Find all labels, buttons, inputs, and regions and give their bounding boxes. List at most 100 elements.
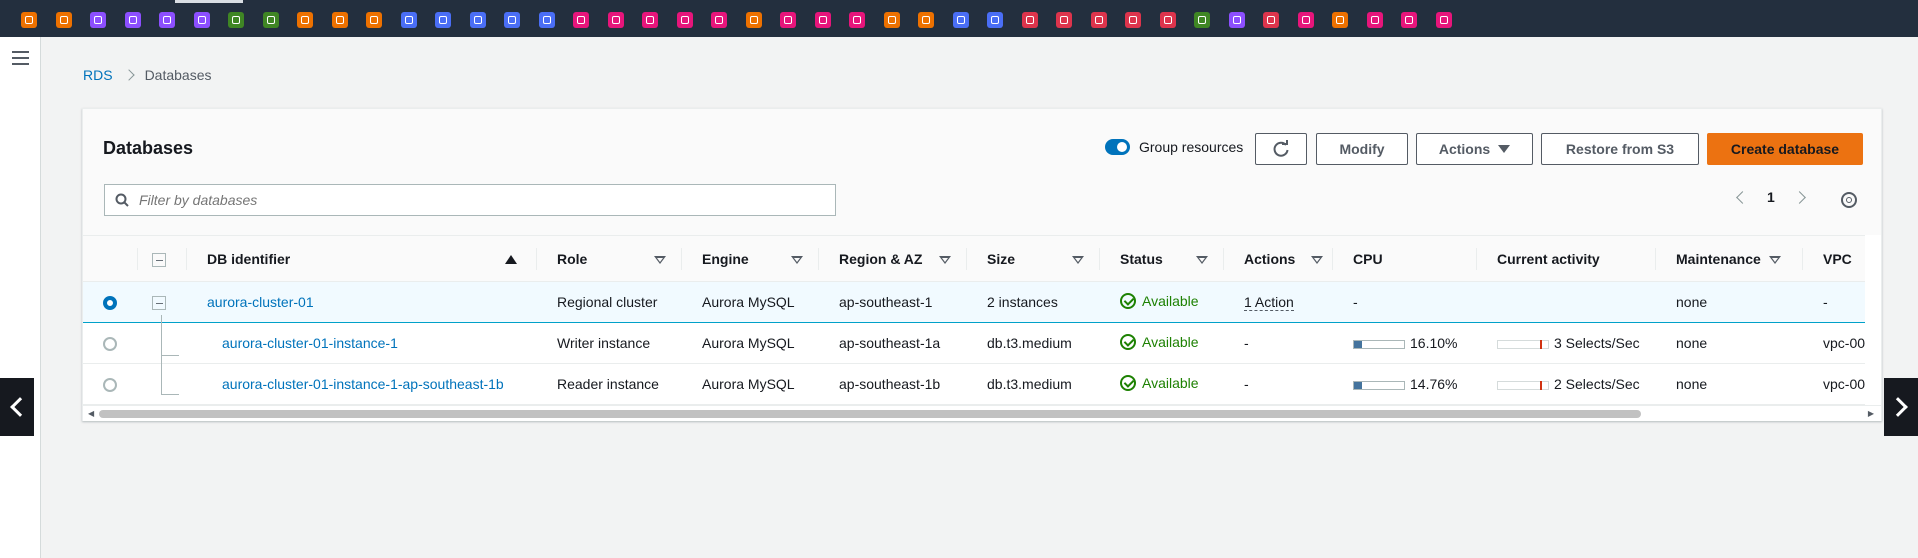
previous-page-icon[interactable] (1736, 190, 1749, 204)
service-icon-32[interactable] (1090, 12, 1107, 28)
service-icon-35[interactable] (1194, 12, 1210, 28)
modify-button[interactable]: Modify (1316, 133, 1408, 165)
service-icon-3[interactable] (90, 12, 106, 28)
activity-value: 3 Selects/Sec (1554, 335, 1640, 351)
row-select-radio[interactable] (103, 296, 117, 311)
breadcrumb: RDS Databases (83, 67, 212, 83)
scroll-right-icon[interactable]: ▶ (1868, 409, 1874, 418)
db-identifier-link[interactable]: aurora-cluster-01-instance-1-ap-southeas… (222, 376, 504, 392)
service-icon-29[interactable] (987, 12, 1003, 28)
scrollbar-thumb[interactable] (99, 410, 1641, 418)
service-icon-24[interactable] (814, 12, 831, 28)
refresh-button[interactable] (1255, 133, 1307, 165)
actions-dropdown[interactable]: Actions (1416, 133, 1533, 165)
service-icon-20[interactable] (676, 12, 693, 28)
service-icon-17[interactable] (573, 12, 589, 28)
table-row[interactable]: aurora-cluster-01 Regional cluster Auror… (83, 281, 1866, 323)
service-icon-4[interactable] (124, 12, 141, 28)
service-icon-18[interactable] (607, 12, 624, 28)
service-icon-30[interactable] (1021, 12, 1038, 28)
service-icon-10[interactable] (331, 12, 348, 28)
activity-cell: 3 Selects/Sec (1477, 322, 1656, 364)
service-icon-21[interactable] (711, 12, 727, 28)
filter-input[interactable] (139, 192, 779, 208)
create-database-button[interactable]: Create database (1707, 133, 1863, 165)
header-label: CPU (1353, 250, 1383, 267)
service-icon-31[interactable] (1056, 12, 1072, 28)
check-circle-icon (1120, 374, 1136, 391)
activity-cell: 2 Selects/Sec (1477, 363, 1656, 405)
header-engine[interactable]: Engine (682, 235, 819, 282)
service-icon-33[interactable] (1125, 12, 1141, 28)
service-icon-40[interactable] (1366, 12, 1383, 28)
header-current-activity[interactable]: Current activity (1477, 235, 1656, 282)
service-icon-2[interactable] (55, 12, 72, 28)
service-icon-25[interactable] (849, 12, 865, 28)
page-number[interactable]: 1 (1767, 189, 1775, 205)
service-icon-8[interactable] (262, 12, 279, 28)
previous-screen-button[interactable] (0, 378, 34, 436)
top-service-bar (0, 0, 1918, 37)
service-icon-23[interactable] (780, 12, 796, 28)
actions-value: - (1244, 376, 1249, 392)
service-icon-27[interactable] (918, 12, 934, 28)
collapse-group-icon[interactable] (152, 296, 166, 311)
next-page-icon[interactable] (1792, 190, 1806, 204)
select-cell (83, 363, 138, 405)
collapse-all-icon[interactable] (152, 252, 166, 267)
scroll-left-icon[interactable]: ◀ (88, 409, 94, 418)
service-icon-15[interactable] (504, 12, 520, 28)
service-icon-26[interactable] (883, 12, 900, 28)
restore-from-s3-button[interactable]: Restore from S3 (1541, 133, 1699, 165)
refresh-icon (1273, 140, 1289, 157)
header-label: Size (987, 250, 1016, 267)
horizontal-scrollbar[interactable]: ◀ ▶ (83, 405, 1881, 421)
service-icon-6[interactable] (193, 12, 210, 28)
header-actions[interactable]: Actions (1224, 235, 1333, 282)
next-screen-button[interactable] (1884, 378, 1918, 436)
header-region-az[interactable]: Region & AZ (819, 235, 967, 282)
service-icon-7[interactable] (228, 12, 244, 28)
service-icon-14[interactable] (469, 12, 486, 28)
header-status[interactable]: Status (1100, 235, 1224, 282)
chevron-right-icon (1888, 397, 1908, 417)
service-icon-38[interactable] (1297, 12, 1314, 28)
service-icon-28[interactable] (952, 12, 969, 28)
modify-label: Modify (1339, 141, 1385, 157)
row-select-radio[interactable] (103, 337, 117, 352)
service-icon-13[interactable] (435, 12, 451, 28)
vpc-cell: vpc-00 (1803, 363, 1866, 405)
service-icon-5[interactable] (159, 12, 175, 28)
service-icon-34[interactable] (1159, 12, 1176, 28)
table-row[interactable]: aurora-cluster-01-instance-1 Writer inst… (83, 322, 1866, 364)
service-icon-41[interactable] (1401, 12, 1417, 28)
header-size[interactable]: Size (967, 235, 1100, 282)
service-icon-9[interactable] (297, 12, 313, 28)
vpc-cell: - (1803, 281, 1866, 323)
service-icon-16[interactable] (538, 12, 555, 28)
header-role[interactable]: Role (537, 235, 682, 282)
gear-icon[interactable] (1841, 192, 1857, 208)
group-resources-toggle[interactable]: Group resources (1105, 139, 1243, 155)
service-icon-36[interactable] (1228, 12, 1245, 28)
header-db-identifier[interactable]: DB identifier (187, 235, 537, 282)
breadcrumb-rds-link[interactable]: RDS (83, 67, 113, 83)
service-icon-11[interactable] (366, 12, 382, 28)
db-identifier-link[interactable]: aurora-cluster-01 (207, 294, 314, 310)
header-maintenance[interactable]: Maintenance (1656, 235, 1803, 282)
panel-header: Databases Group resources Modify Actions… (83, 109, 1881, 235)
service-icon-12[interactable] (400, 12, 417, 28)
service-icon-19[interactable] (642, 12, 658, 28)
service-icon-37[interactable] (1263, 12, 1279, 28)
service-icon-1[interactable] (21, 12, 37, 28)
service-icon-42[interactable] (1435, 12, 1452, 28)
service-icon-39[interactable] (1332, 12, 1348, 28)
menu-icon[interactable] (12, 51, 29, 65)
pending-actions-link[interactable]: 1 Action (1244, 294, 1294, 311)
db-identifier-link[interactable]: aurora-cluster-01-instance-1 (222, 335, 398, 351)
service-icon-22[interactable] (745, 12, 762, 28)
header-cpu[interactable]: CPU (1333, 235, 1477, 282)
header-vpc[interactable]: VPC (1803, 235, 1866, 282)
row-select-radio[interactable] (103, 378, 117, 393)
table-row[interactable]: aurora-cluster-01-instance-1-ap-southeas… (83, 363, 1866, 405)
